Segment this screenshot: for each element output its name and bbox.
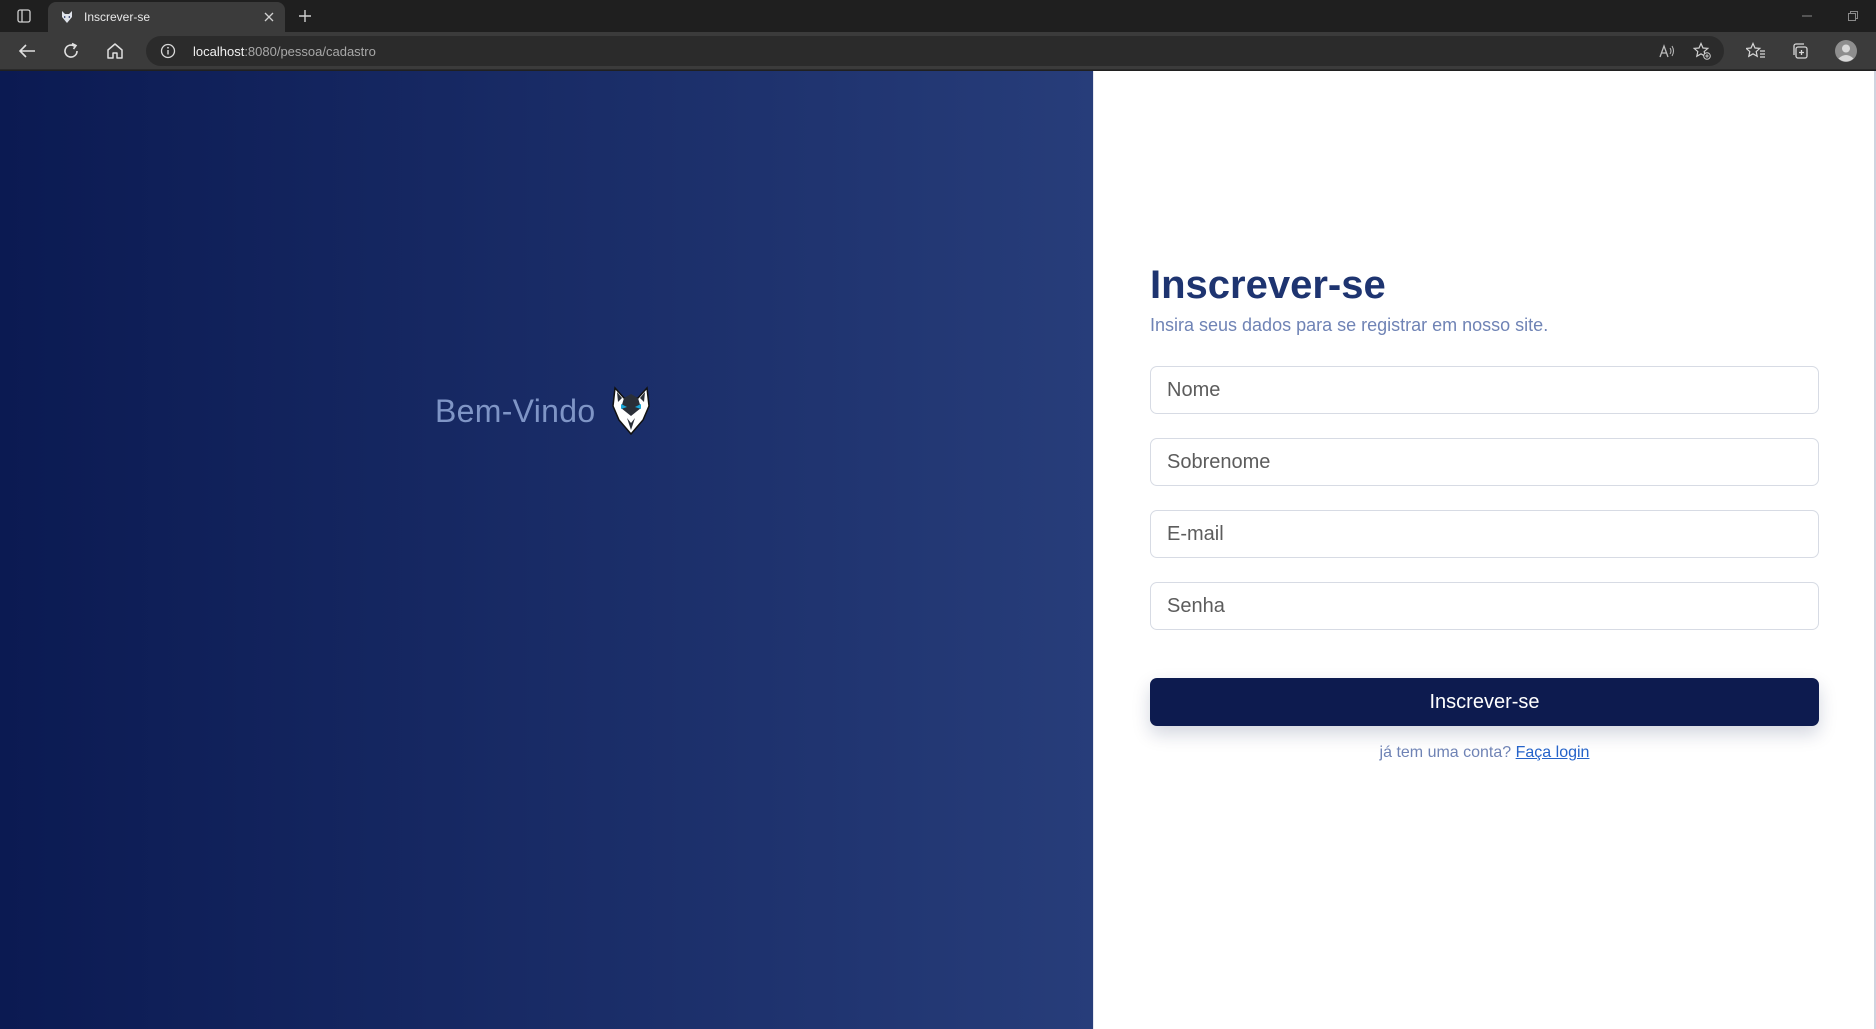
profile-icon[interactable]: [1832, 38, 1860, 64]
page-title: Inscrever-se: [1150, 263, 1386, 307]
signup-form: Inscrever-se Insira seus dados para se r…: [1150, 261, 1819, 762]
home-icon[interactable]: [101, 38, 129, 64]
back-arrow-icon[interactable]: [13, 38, 41, 64]
password-input[interactable]: [1150, 582, 1819, 630]
wolf-icon: [609, 386, 653, 436]
page-content: Bem-Vindo Inscrever-se Insira seus dados…: [0, 71, 1876, 1029]
tab-title: Inscrever-se: [84, 10, 151, 24]
signup-panel: Inscrever-se Insira seus dados para se r…: [1093, 71, 1876, 1029]
favorites-icon[interactable]: [1742, 38, 1770, 64]
last-name-input[interactable]: [1150, 438, 1819, 486]
browser-tab[interactable]: Inscrever-se: [48, 2, 285, 32]
wolf-icon: [60, 10, 74, 24]
collections-icon[interactable]: [1786, 38, 1814, 64]
star-add-icon[interactable]: [1691, 41, 1713, 61]
url-host: localhost: [193, 44, 245, 59]
login-prompt-row: já tem uma conta? Faça login: [1150, 744, 1819, 762]
welcome-panel: Bem-Vindo: [0, 71, 1093, 1029]
plus-icon[interactable]: [294, 6, 316, 26]
browser-toolbar: localhost:8080/pessoa/cadastro: [0, 32, 1876, 70]
address-bar[interactable]: localhost:8080/pessoa/cadastro: [146, 36, 1724, 66]
login-link[interactable]: Faça login: [1516, 744, 1590, 761]
url-text: localhost:8080/pessoa/cadastro: [193, 44, 376, 59]
signup-button[interactable]: Inscrever-se: [1150, 678, 1819, 726]
info-icon[interactable]: [160, 43, 176, 59]
refresh-icon[interactable]: [57, 38, 85, 64]
close-icon[interactable]: [261, 9, 277, 25]
read-aloud-icon[interactable]: [1656, 41, 1678, 61]
page-subtitle: Insira seus dados para se registrar em n…: [1150, 315, 1549, 335]
tab-actions-icon[interactable]: [12, 6, 36, 26]
minimize-icon[interactable]: [1784, 0, 1830, 32]
email-input[interactable]: [1150, 510, 1819, 558]
welcome-text: Bem-Vindo: [435, 392, 596, 429]
first-name-input[interactable]: [1150, 366, 1819, 414]
welcome-banner: Bem-Vindo: [435, 386, 653, 436]
url-path: :8080/pessoa/cadastro: [244, 44, 376, 59]
browser-titlebar: Inscrever-se: [0, 0, 1876, 32]
window-controls: [1784, 0, 1876, 32]
restore-icon[interactable]: [1830, 0, 1876, 32]
login-prompt-text: já tem uma conta?: [1379, 744, 1512, 761]
